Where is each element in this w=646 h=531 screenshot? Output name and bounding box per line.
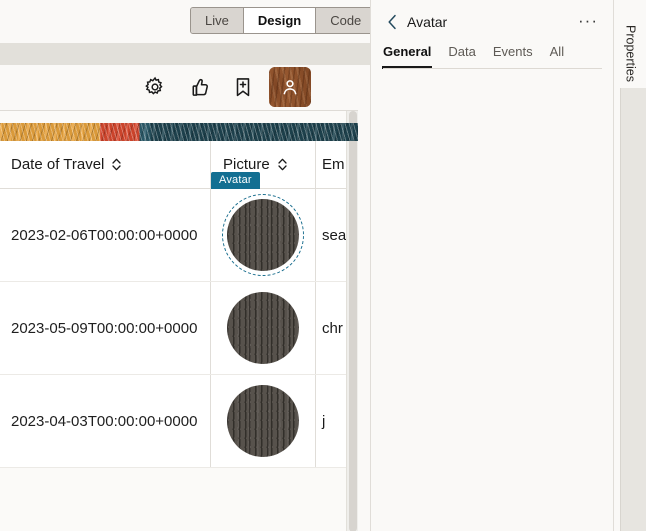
selection-badge: Avatar: [211, 172, 260, 189]
avatar-component[interactable]: [227, 292, 299, 364]
cell-date: 2023-02-06T00:00:00+0000: [0, 189, 211, 281]
cell-email: sea: [322, 226, 346, 244]
cell-picture[interactable]: Avatar: [211, 172, 316, 281]
decorative-banner-image: [0, 123, 358, 141]
designer-area: Live Design Code Date of Travel Picture …: [0, 0, 370, 531]
right-rail: Properties: [613, 0, 646, 531]
bookmark-plus-icon[interactable]: [225, 69, 261, 105]
canvas-scrollbar-thumb[interactable]: [349, 111, 357, 531]
table-header-row: Date of Travel Picture Em: [0, 140, 346, 189]
table-row[interactable]: 2023-02-06T00:00:00+0000 Avatar sea: [0, 172, 346, 282]
column-header-email[interactable]: Em: [316, 141, 346, 189]
tab-data[interactable]: Data: [448, 44, 475, 69]
overflow-menu-icon[interactable]: ···: [578, 11, 598, 31]
cell-date: 2023-05-09T00:00:00+0000: [0, 282, 211, 374]
page-title: Avatar: [407, 14, 448, 30]
back-chevron-icon[interactable]: [381, 11, 403, 33]
properties-panel: Avatar ··· General Data Events All ID Ba…: [370, 0, 613, 531]
tab-general[interactable]: General: [381, 44, 433, 69]
cell-picture[interactable]: [211, 375, 316, 467]
column-header-label: Em: [322, 156, 345, 173]
tab-events[interactable]: Events: [493, 44, 533, 69]
cell-date: 2023-04-03T00:00:00+0000: [0, 375, 211, 467]
avatar-component[interactable]: [227, 385, 299, 457]
avatar-icon[interactable]: [269, 67, 311, 107]
sort-icon[interactable]: [111, 157, 122, 172]
tabs-underline: [383, 68, 602, 69]
properties-header: Avatar ···: [371, 8, 614, 36]
cell-email: chr: [322, 319, 343, 337]
data-table: Date of Travel Picture Em 2023-02-06T00:…: [0, 140, 346, 468]
table-row[interactable]: 2023-04-03T00:00:00+0000 j: [0, 375, 346, 468]
rail-panel: [620, 88, 646, 531]
mode-button-code[interactable]: Code: [316, 8, 370, 33]
thumbs-up-icon[interactable]: [181, 69, 217, 105]
table-row[interactable]: 2023-05-09T00:00:00+0000 chr: [0, 282, 346, 375]
mode-switch-group[interactable]: Live Design Code: [190, 7, 370, 34]
column-header-label: Date of Travel: [11, 156, 105, 173]
designer-topbar: Live Design Code: [0, 0, 370, 43]
cell-email: j: [322, 412, 326, 430]
properties-tabs: General Data Events All: [371, 44, 614, 69]
rail-tab-properties[interactable]: Properties: [614, 8, 646, 98]
mode-button-live[interactable]: Live: [191, 8, 244, 33]
column-header-label: Picture: [223, 156, 270, 173]
sort-icon[interactable]: [277, 157, 288, 172]
banner-texture: [0, 123, 358, 141]
tab-all[interactable]: All: [550, 44, 564, 69]
canvas-scrollbar[interactable]: [346, 111, 358, 531]
column-header-date-of-travel[interactable]: Date of Travel: [0, 140, 211, 189]
avatar-component[interactable]: [222, 194, 304, 276]
cell-picture[interactable]: [211, 282, 316, 374]
toolbar-divider-band: [0, 43, 370, 65]
component-toolbar: [0, 65, 370, 110]
gear-icon[interactable]: [137, 69, 173, 105]
app-window: Live Design Code Date of Travel Picture …: [0, 0, 646, 531]
mode-button-design[interactable]: Design: [243, 8, 317, 33]
